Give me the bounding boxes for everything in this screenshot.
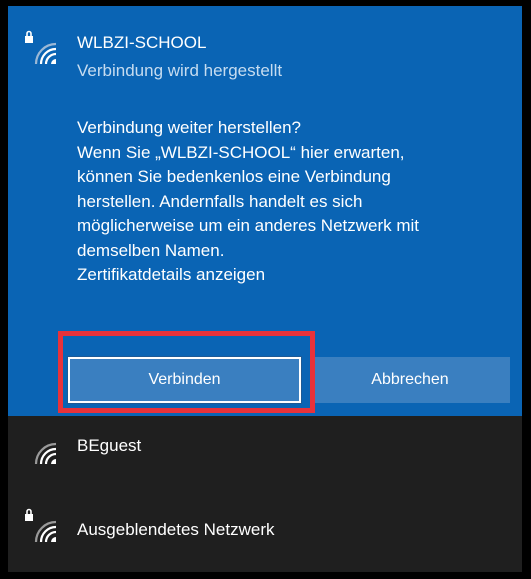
connection-status: Verbindung wird hergestellt	[77, 61, 283, 80]
wifi-icon	[22, 430, 58, 466]
network-item-hidden-network[interactable]: Ausgeblendetes Netzwerk	[8, 486, 522, 572]
network-name: BEguest	[77, 436, 142, 455]
connection-warning-message: Verbindung weiter herstellen? Wenn Sie „…	[77, 116, 507, 288]
message-line: Wenn Sie „WLBZI-SCHOOL“ hier erwarten,	[77, 142, 405, 162]
connect-button[interactable]: Verbinden	[67, 356, 302, 404]
network-flyout: WLBZI-SCHOOL Verbindung wird hergestellt…	[8, 6, 522, 572]
wifi-secured-icon	[22, 30, 58, 66]
message-line: demselben Namen.	[77, 240, 225, 260]
cancel-button[interactable]: Abbrechen	[310, 357, 510, 403]
message-line: möglicherweise um ein anderes Netzwerk m…	[77, 216, 420, 235]
network-name: WLBZI-SCHOOL	[77, 33, 207, 52]
wifi-secured-icon	[22, 508, 58, 544]
network-item-beguest[interactable]: BEguest	[8, 416, 522, 486]
message-line: Verbindung weiter herstellen?	[77, 118, 301, 137]
certificate-details-link[interactable]: Zertifikatdetails anzeigen	[77, 263, 507, 288]
selected-network-panel: WLBZI-SCHOOL Verbindung wird hergestellt…	[8, 6, 522, 416]
message-line: herstellen. Andernfalls handelt es sich	[77, 191, 363, 211]
message-line: können Sie bedenkenlos eine Verbindung	[77, 167, 391, 186]
network-name: Ausgeblendetes Netzwerk	[77, 520, 275, 539]
